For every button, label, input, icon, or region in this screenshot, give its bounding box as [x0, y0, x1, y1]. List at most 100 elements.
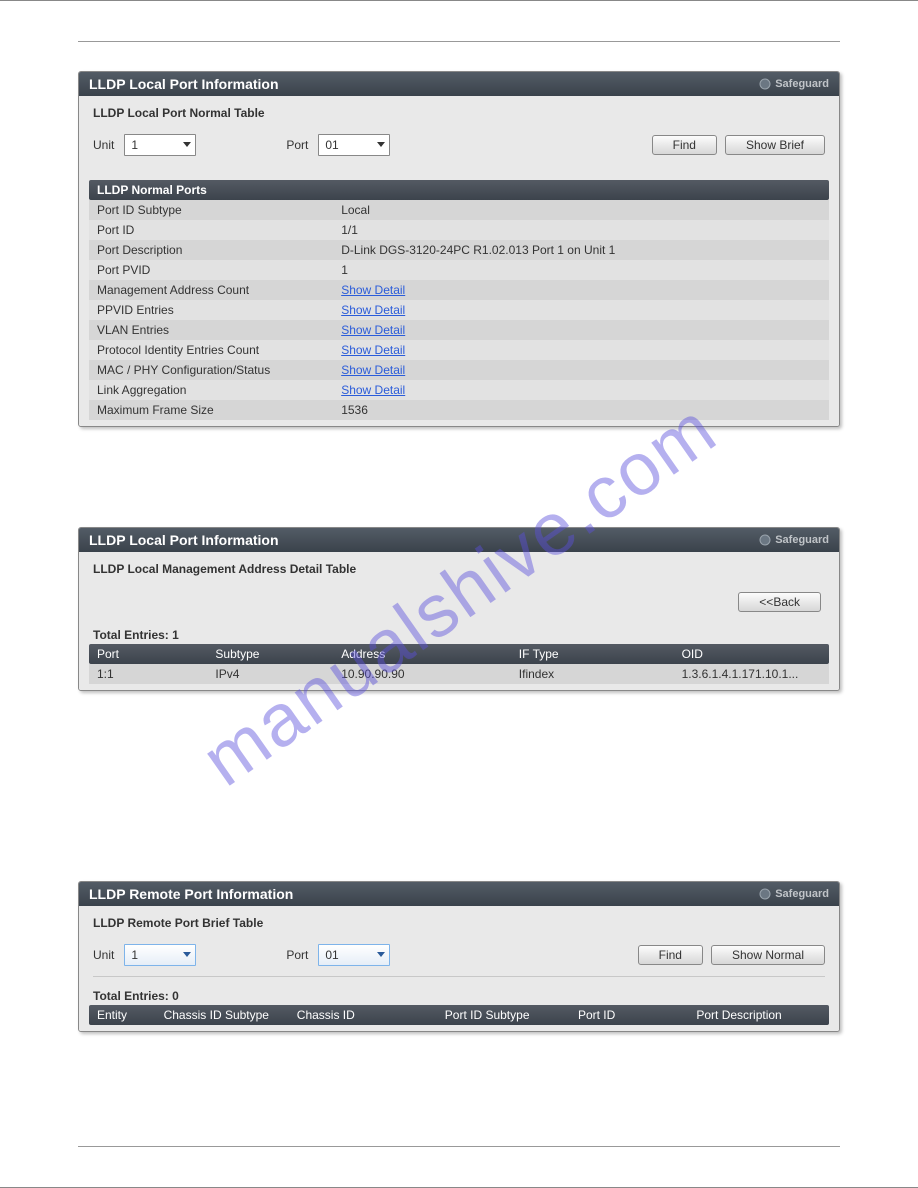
- safeguard-label: Safeguard: [775, 78, 829, 90]
- panel3-title: LLDP Remote Port Information: [89, 886, 293, 902]
- row-value: 1536: [333, 400, 829, 420]
- panel1-title: LLDP Local Port Information: [89, 76, 279, 92]
- row-value: Local: [333, 200, 829, 220]
- unit-value: 1: [131, 138, 138, 152]
- table-row: MAC / PHY Configuration/Status Show Detai…: [89, 360, 829, 380]
- safeguard-badge: Safeguard: [759, 888, 829, 900]
- table-row: PPVID Entries Show Detail: [89, 300, 829, 320]
- table-header-row: Port Subtype Address IF Type OID: [89, 644, 829, 664]
- panel2-subhead: LLDP Local Management Address Detail Tab…: [93, 562, 829, 576]
- show-detail-link[interactable]: Show Detail: [341, 283, 405, 297]
- table-row: Protocol Identity Entries Count Show Deta…: [89, 340, 829, 360]
- row-key: VLAN Entries: [89, 320, 333, 340]
- unit-label: Unit: [93, 948, 114, 962]
- panel1-subhead: LLDP Local Port Normal Table: [93, 106, 829, 120]
- table-row: Management Address Count Show Detail: [89, 280, 829, 300]
- show-brief-button[interactable]: Show Brief: [725, 135, 825, 155]
- panel3-subhead: LLDP Remote Port Brief Table: [93, 916, 829, 930]
- normal-ports-table: Port ID SubtypeLocalPort ID1/1Port Descr…: [89, 200, 829, 420]
- col-chassis-id-subtype: Chassis ID Subtype: [164, 1008, 297, 1022]
- cell: IPv4: [215, 667, 341, 681]
- col-oid: OID: [682, 647, 829, 661]
- port-value: 01: [325, 948, 338, 962]
- normal-ports-header: LLDP Normal Ports: [89, 180, 829, 200]
- port-select[interactable]: 01: [318, 944, 390, 966]
- cell: 1:1: [89, 667, 215, 681]
- safeguard-badge: Safeguard: [759, 534, 829, 546]
- col-subtype: Subtype: [215, 647, 341, 661]
- col-port-id: Port ID: [578, 1008, 696, 1022]
- row-key: Management Address Count: [89, 280, 333, 300]
- show-detail-link[interactable]: Show Detail: [341, 383, 405, 397]
- col-address: Address: [341, 647, 519, 661]
- show-detail-link[interactable]: Show Detail: [341, 323, 405, 337]
- find-button[interactable]: Find: [652, 135, 717, 155]
- row-key: Port ID: [89, 220, 333, 240]
- cell: 10.90.90.90: [341, 667, 519, 681]
- row-value: Show Detail: [333, 280, 829, 300]
- cell: Ifindex: [519, 667, 682, 681]
- row-value: Show Detail: [333, 320, 829, 340]
- show-detail-link[interactable]: Show Detail: [341, 303, 405, 317]
- table-header-row: Entity Chassis ID Subtype Chassis ID Por…: [89, 1005, 829, 1025]
- safeguard-badge: Safeguard: [759, 78, 829, 90]
- port-label: Port: [286, 948, 308, 962]
- row-key: Protocol Identity Entries Count: [89, 340, 333, 360]
- panel2-total: Total Entries: 1: [89, 622, 829, 644]
- safeguard-icon: [759, 888, 771, 900]
- cell: 1.3.6.1.4.1.171.10.1...: [682, 667, 829, 681]
- col-port-id-subtype: Port ID Subtype: [445, 1008, 578, 1022]
- panel-local-mgmt-detail: LLDP Local Port Information Safeguard LL…: [78, 527, 840, 691]
- row-key: PPVID Entries: [89, 300, 333, 320]
- safeguard-label: Safeguard: [775, 534, 829, 546]
- table-row: Port PVID1: [89, 260, 829, 280]
- mgmt-address-table: Port Subtype Address IF Type OID 1:1 IPv…: [89, 644, 829, 684]
- col-port: Port: [89, 647, 215, 661]
- safeguard-icon: [759, 534, 771, 546]
- find-button[interactable]: Find: [638, 945, 703, 965]
- row-key: Port Description: [89, 240, 333, 260]
- show-detail-link[interactable]: Show Detail: [341, 363, 405, 377]
- row-value: Show Detail: [333, 380, 829, 400]
- col-iftype: IF Type: [519, 647, 682, 661]
- panel-local-port-normal: LLDP Local Port Information Safeguard LL…: [78, 71, 840, 427]
- remote-port-table: Entity Chassis ID Subtype Chassis ID Por…: [89, 1005, 829, 1025]
- row-value: 1/1: [333, 220, 829, 240]
- table-row: Link Aggregation Show Detail: [89, 380, 829, 400]
- unit-label: Unit: [93, 138, 114, 152]
- row-value: 1: [333, 260, 829, 280]
- row-key: Link Aggregation: [89, 380, 333, 400]
- row-key: Maximum Frame Size: [89, 400, 333, 420]
- unit-select[interactable]: 1: [124, 134, 196, 156]
- row-value: Show Detail: [333, 360, 829, 380]
- show-detail-link[interactable]: Show Detail: [341, 343, 405, 357]
- unit-value: 1: [131, 948, 138, 962]
- safeguard-icon: [759, 78, 771, 90]
- panel-remote-port-brief: LLDP Remote Port Information Safeguard L…: [78, 881, 840, 1032]
- table-row: Port DescriptionD-Link DGS-3120-24PC R1.…: [89, 240, 829, 260]
- panel1-header: LLDP Local Port Information Safeguard: [79, 72, 839, 96]
- col-port-description: Port Description: [696, 1008, 829, 1022]
- col-entity: Entity: [89, 1008, 164, 1022]
- table-row: Port ID1/1: [89, 220, 829, 240]
- row-key: Port PVID: [89, 260, 333, 280]
- row-value: Show Detail: [333, 300, 829, 320]
- row-key: Port ID Subtype: [89, 200, 333, 220]
- row-value: Show Detail: [333, 340, 829, 360]
- table-row: Maximum Frame Size1536: [89, 400, 829, 420]
- table-row: Port ID SubtypeLocal: [89, 200, 829, 220]
- col-chassis-id: Chassis ID: [297, 1008, 445, 1022]
- table-row: VLAN Entries Show Detail: [89, 320, 829, 340]
- table-row: 1:1 IPv4 10.90.90.90 Ifindex 1.3.6.1.4.1…: [89, 664, 829, 684]
- back-button[interactable]: <<Back: [738, 592, 821, 612]
- row-value: D-Link DGS-3120-24PC R1.02.013 Port 1 on…: [333, 240, 829, 260]
- port-select[interactable]: 01: [318, 134, 390, 156]
- panel2-header: LLDP Local Port Information Safeguard: [79, 528, 839, 552]
- panel3-header: LLDP Remote Port Information Safeguard: [79, 882, 839, 906]
- panel2-title: LLDP Local Port Information: [89, 532, 279, 548]
- show-normal-button[interactable]: Show Normal: [711, 945, 825, 965]
- unit-select[interactable]: 1: [124, 944, 196, 966]
- row-key: MAC / PHY Configuration/Status: [89, 360, 333, 380]
- safeguard-label: Safeguard: [775, 888, 829, 900]
- panel3-total: Total Entries: 0: [89, 983, 829, 1005]
